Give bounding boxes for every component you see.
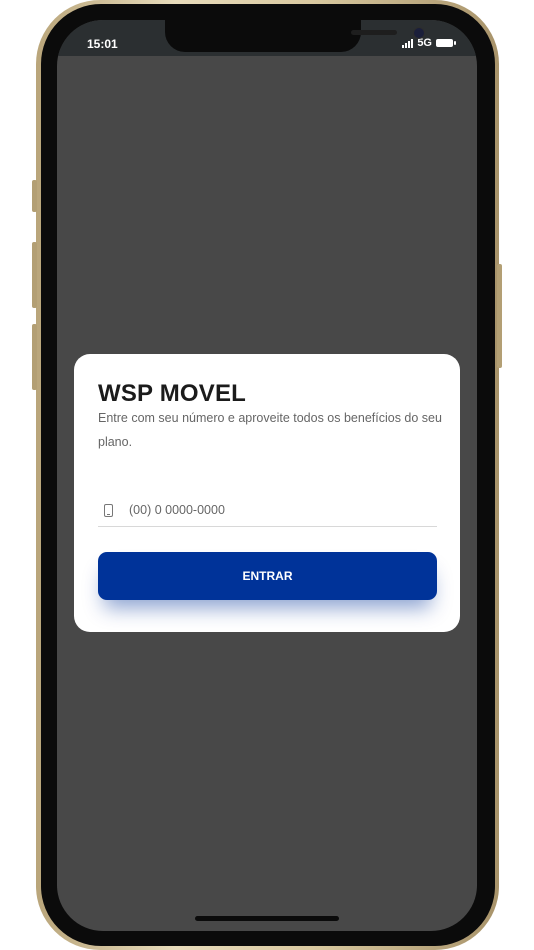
phone-volume-down-button — [32, 324, 37, 390]
phone-side-button — [32, 180, 37, 212]
login-description: Entre com seu número e aproveite todos o… — [98, 411, 442, 449]
speaker-grille — [351, 30, 397, 35]
phone-number-field[interactable] — [98, 494, 437, 527]
status-time: 15:01 — [87, 37, 118, 51]
phone-number-input[interactable] — [129, 500, 437, 520]
status-indicators: 5G — [402, 37, 456, 49]
home-indicator[interactable] — [195, 916, 339, 921]
signal-icon — [402, 38, 414, 48]
mobile-phone-icon — [104, 503, 113, 517]
notch — [165, 20, 425, 52]
enter-button[interactable]: ENTRAR — [98, 552, 437, 600]
camera-icon — [413, 27, 425, 39]
battery-icon — [436, 39, 456, 47]
phone-volume-up-button — [32, 242, 37, 308]
login-card: WSP MOVEL Entre com seu número e aprovei… — [74, 354, 460, 632]
phone-power-button — [497, 264, 502, 368]
app-title: WSP MOVEL — [98, 380, 247, 407]
